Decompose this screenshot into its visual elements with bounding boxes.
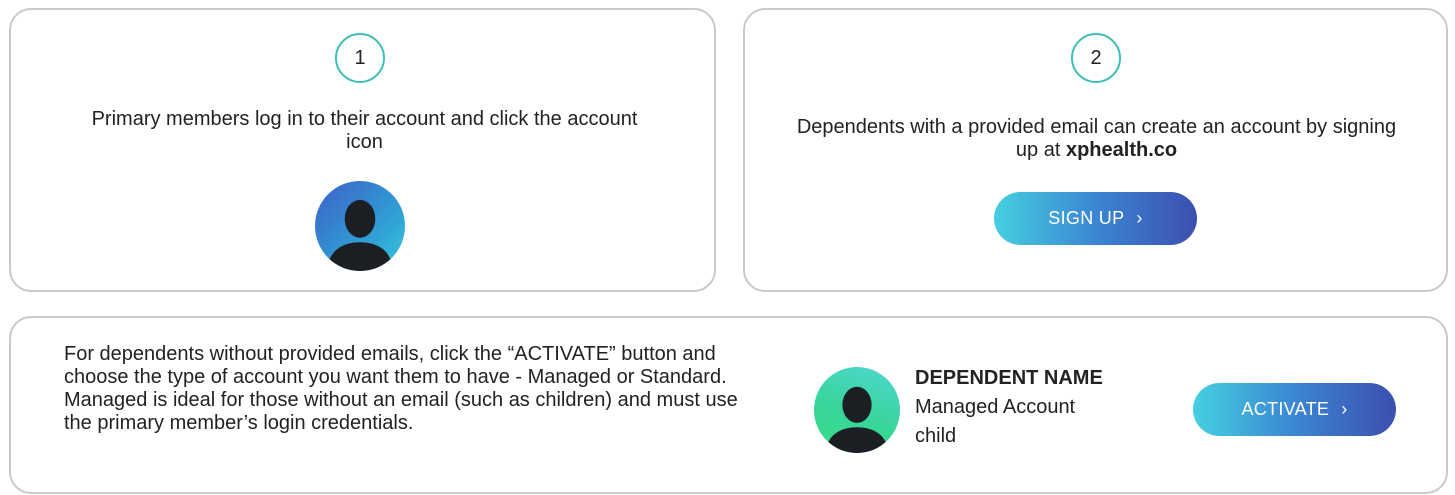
step-1-instruction: Primary members log in to their account … [91, 108, 638, 153]
dependent-relation: child [915, 425, 957, 447]
user-avatar-icon[interactable] [315, 181, 405, 271]
step-1-card: 1 Primary members log in to their accoun… [9, 8, 716, 292]
signup-site-link[interactable]: xphealth.co [1066, 139, 1177, 161]
step-2-card: 2 Dependents with a provided email can c… [743, 8, 1448, 292]
person-silhouette-icon [826, 386, 888, 453]
step-1-number-badge: 1 [335, 33, 385, 83]
activate-button-label: ACTIVATE [1241, 399, 1330, 419]
activate-instructions: For dependents without provided emails, … [64, 343, 738, 434]
activate-button[interactable]: ACTIVATE › [1193, 383, 1396, 436]
step-1-number: 1 [354, 46, 366, 69]
chevron-right-icon: › [1341, 399, 1348, 419]
step-3-card: For dependents without provided emails, … [9, 316, 1448, 494]
sign-up-button-label: SIGN UP [1048, 208, 1125, 228]
step-2-number-badge: 2 [1071, 33, 1121, 83]
step-2-number: 2 [1090, 46, 1102, 69]
sign-up-button[interactable]: SIGN UP › [994, 192, 1197, 245]
dependent-avatar-icon [814, 367, 900, 453]
dependent-account-type: Managed Account [915, 396, 1076, 418]
dependent-info: DEPENDENT NAME Managed Account child [915, 367, 1103, 454]
chevron-right-icon: › [1136, 208, 1143, 228]
dependent-name: DEPENDENT NAME [915, 367, 1103, 389]
step-2-instruction: Dependents with a provided email can cre… [785, 116, 1408, 162]
person-silhouette-icon [327, 199, 393, 271]
